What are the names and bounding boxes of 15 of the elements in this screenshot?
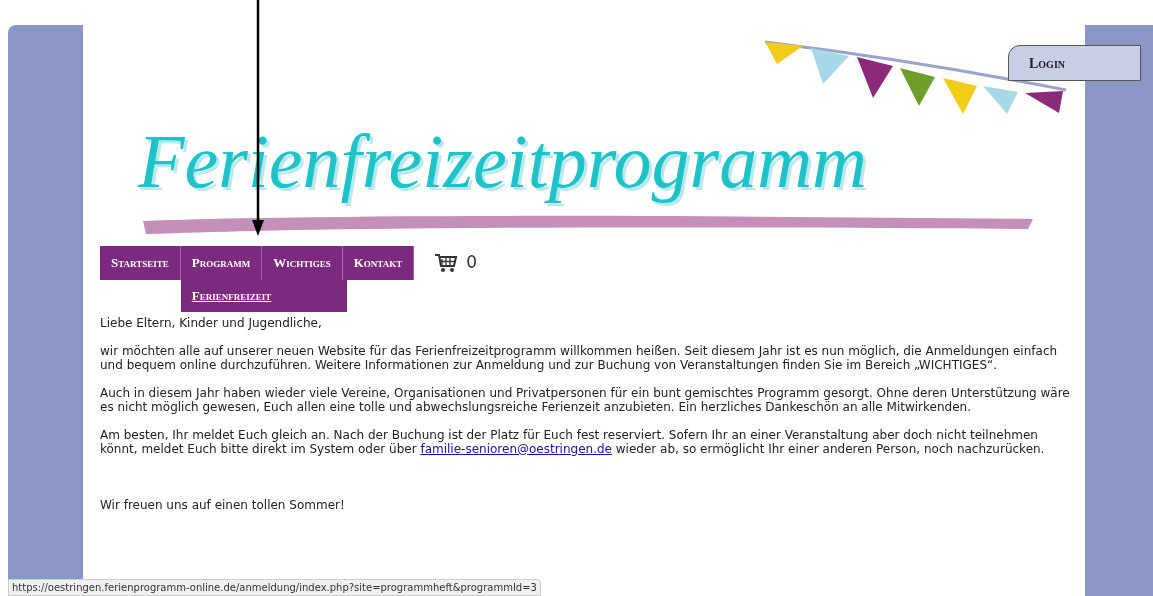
- nav-tab[interactable]: Kontakt: [342, 246, 415, 280]
- closing-text: Wir freuen uns auf einen tollen Sommer!: [100, 498, 346, 512]
- nav-tab[interactable]: Startseite: [100, 246, 181, 280]
- paragraph: Auch in diesem Jahr haben wieder viele Vereine, Organisationen und Privatpersonen für ein bunt gemischtes Programm gesorgt. Ohne deren Unterstützung wäre es nicht möglich gewesen, Euch allen eine tolle und abwechslungsreiche Ferienzeit anzubieten. Ein herzliches Dankeschön an alle Mitwirkenden.: [100, 386, 1071, 414]
- nav-tab[interactable]: Wichtiges: [262, 246, 343, 280]
- login-button[interactable]: Login: [1008, 45, 1141, 81]
- status-bar-url: https://oestringen.ferienprogramm-online.de/anmeldung/index.php?site=programmheft&programmId=3: [8, 579, 541, 596]
- cart-icon[interactable]: [434, 253, 459, 273]
- submenu-link[interactable]: Ferienfreizeit: [180, 280, 347, 312]
- paragraph: Am besten, Ihr meldet Euch gleich an. Nach der Buchung ist der Platz für Euch fest reserviert. Sofern Ihr an einer Veranstaltung aber doch nicht teilnehmen könnt, meldet Euch bitte direkt im System oder über familie-senioren@oestringen.de wieder ab, so ermöglicht Ihr einer anderen Person, noch nachzurücken.: [100, 428, 1046, 456]
- nav-tab[interactable]: Programm: [180, 246, 263, 280]
- paragraph: wir möchten alle auf unserer neuen Website für das Ferienfreizeitprogramm willkommen heißen. Seit diesem Jahr ist es nun möglich, die Anmeldungen einfach und bequem online durchzuführen. Weitere Informationen zur Anmeldung und zur Buchung von Veranstaltungen finden Sie im Bereich „WICHTIGES“.: [100, 344, 1059, 372]
- greeting-text: Liebe Eltern, Kinder und Jugendliche,: [100, 316, 323, 330]
- email-link[interactable]: familie-senioren@oestringen.de: [420, 442, 612, 456]
- cart-count: 0: [466, 251, 478, 275]
